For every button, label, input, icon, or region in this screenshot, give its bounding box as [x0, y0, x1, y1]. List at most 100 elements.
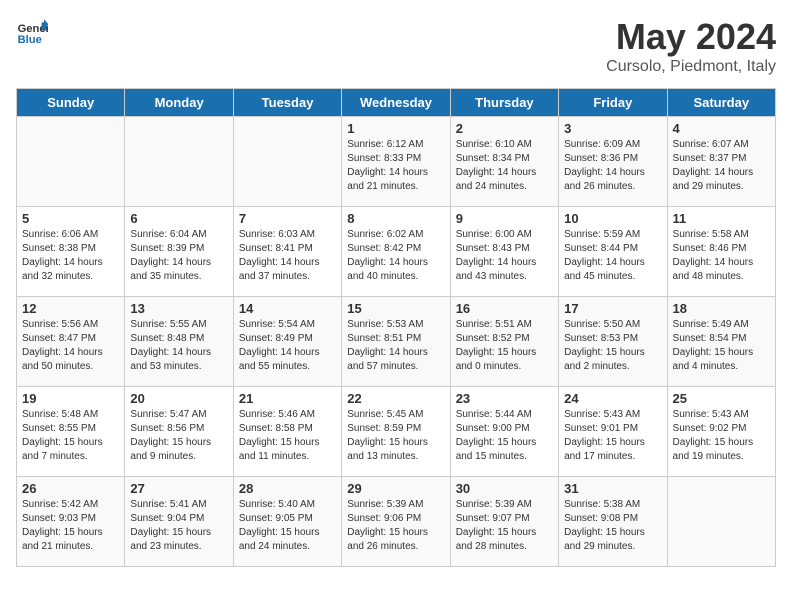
table-row: 23Sunrise: 5:44 AM Sunset: 9:00 PM Dayli… [450, 387, 558, 477]
table-row: 27 Sunrise: 5:41 AM Sunset: 9:04 PM Dayli… [125, 477, 233, 567]
header-saturday: Saturday [667, 89, 775, 117]
header-friday: Friday [559, 89, 667, 117]
cell-content: Sunrise: 5:38 AM Sunset: 9:08 PM Dayligh… [564, 498, 661, 554]
day-number: 20 [130, 391, 227, 406]
day-number: 8 [347, 211, 444, 226]
table-row: 22 Sunrise: 5:45 AM Sunset: 8:59 PM Dayli… [342, 387, 450, 477]
cell-content: Sunrise: 6:07 AM Sunset: 8:37 PM Dayligh… [673, 138, 770, 194]
table-row [17, 117, 125, 207]
cell-content: Sunrise: 5:39 AM Sunset: 9:06 PM Dayligh… [347, 498, 444, 554]
table-row: 6 Sunrise: 6:04 AM Sunset: 8:39 PM Daylig… [125, 207, 233, 297]
day-number: 21 [239, 391, 336, 406]
day-number: 22 [347, 391, 444, 406]
cell-content: Sunrise: 5:54 AM Sunset: 8:49 PM Dayligh… [239, 318, 336, 374]
day-number: 15 [347, 301, 444, 316]
weekday-header-row: Sunday Monday Tuesday Wednesday Thursday… [17, 89, 776, 117]
table-row: 9 Sunrise: 6:00 AM Sunset: 8:43 PM Daylig… [450, 207, 558, 297]
day-number: 9 [456, 211, 553, 226]
calendar-week-row: 19 Sunrise: 5:48 AM Sunset: 8:55 PM Dayli… [17, 387, 776, 477]
day-number: 29 [347, 481, 444, 496]
table-row: 11 Sunrise: 5:58 AM Sunset: 8:46 PM Dayli… [667, 207, 775, 297]
cell-content: Sunrise: 6:00 AM Sunset: 8:43 PM Dayligh… [456, 228, 553, 284]
cell-content: Sunrise: 5:40 AM Sunset: 9:05 PM Dayligh… [239, 498, 336, 554]
table-row: 31 Sunrise: 5:38 AM Sunset: 9:08 PM Dayli… [559, 477, 667, 567]
day-number: 24 [564, 391, 661, 406]
cell-content: Sunrise: 5:53 AM Sunset: 8:51 PM Dayligh… [347, 318, 444, 374]
calendar-subtitle: Cursolo, Piedmont, Italy [606, 58, 776, 76]
cell-content: Sunrise: 5:47 AM Sunset: 8:56 PM Dayligh… [130, 408, 227, 464]
table-row: 26 Sunrise: 5:42 AM Sunset: 9:03 PM Dayli… [17, 477, 125, 567]
cell-content: Sunrise: 5:55 AM Sunset: 8:48 PM Dayligh… [130, 318, 227, 374]
table-row: 17 Sunrise: 5:50 AM Sunset: 8:53 PM Dayli… [559, 297, 667, 387]
day-number: 7 [239, 211, 336, 226]
svg-text:Blue: Blue [18, 34, 42, 46]
table-row: 14Sunrise: 5:54 AM Sunset: 8:49 PM Dayli… [233, 297, 341, 387]
header-sunday: Sunday [17, 89, 125, 117]
cell-content: Sunrise: 6:09 AM Sunset: 8:36 PM Dayligh… [564, 138, 661, 194]
table-row: 16 Sunrise: 5:51 AM Sunset: 8:52 PM Dayli… [450, 297, 558, 387]
table-row: 19 Sunrise: 5:48 AM Sunset: 8:55 PM Dayli… [17, 387, 125, 477]
table-row [233, 117, 341, 207]
day-number: 3 [564, 121, 661, 136]
calendar-title: May 2024 [606, 16, 776, 58]
calendar-table: Sunday Monday Tuesday Wednesday Thursday… [16, 88, 776, 567]
day-number: 27 [130, 481, 227, 496]
cell-content: Sunrise: 5:42 AM Sunset: 9:03 PM Dayligh… [22, 498, 119, 554]
cell-content: Sunrise: 5:45 AM Sunset: 8:59 PM Dayligh… [347, 408, 444, 464]
table-row: 28 Sunrise: 5:40 AM Sunset: 9:05 PM Dayli… [233, 477, 341, 567]
header-monday: Monday [125, 89, 233, 117]
table-row: 13Sunrise: 5:55 AM Sunset: 8:48 PM Dayli… [125, 297, 233, 387]
table-row: 1Sunrise: 6:12 AM Sunset: 8:33 PM Daylig… [342, 117, 450, 207]
day-number: 19 [22, 391, 119, 406]
cell-content: Sunrise: 5:41 AM Sunset: 9:04 PM Dayligh… [130, 498, 227, 554]
page-header: General Blue May 2024 Cursolo, Piedmont,… [16, 16, 776, 76]
cell-content: Sunrise: 5:58 AM Sunset: 8:46 PM Dayligh… [673, 228, 770, 284]
cell-content: Sunrise: 5:56 AM Sunset: 8:47 PM Dayligh… [22, 318, 119, 374]
table-row: 4 Sunrise: 6:07 AM Sunset: 8:37 PM Daylig… [667, 117, 775, 207]
table-row: 21Sunrise: 5:46 AM Sunset: 8:58 PM Dayli… [233, 387, 341, 477]
cell-content: Sunrise: 5:50 AM Sunset: 8:53 PM Dayligh… [564, 318, 661, 374]
header-tuesday: Tuesday [233, 89, 341, 117]
day-number: 30 [456, 481, 553, 496]
table-row: 2Sunrise: 6:10 AM Sunset: 8:34 PM Daylig… [450, 117, 558, 207]
cell-content: Sunrise: 5:44 AM Sunset: 9:00 PM Dayligh… [456, 408, 553, 464]
cell-content: Sunrise: 5:43 AM Sunset: 9:01 PM Dayligh… [564, 408, 661, 464]
table-row: 10Sunrise: 5:59 AM Sunset: 8:44 PM Dayli… [559, 207, 667, 297]
header-wednesday: Wednesday [342, 89, 450, 117]
cell-content: Sunrise: 5:51 AM Sunset: 8:52 PM Dayligh… [456, 318, 553, 374]
cell-content: Sunrise: 6:04 AM Sunset: 8:39 PM Dayligh… [130, 228, 227, 284]
day-number: 2 [456, 121, 553, 136]
calendar-week-row: 1Sunrise: 6:12 AM Sunset: 8:33 PM Daylig… [17, 117, 776, 207]
calendar-week-row: 5 Sunrise: 6:06 AM Sunset: 8:38 PM Daylig… [17, 207, 776, 297]
day-number: 12 [22, 301, 119, 316]
calendar-week-row: 26 Sunrise: 5:42 AM Sunset: 9:03 PM Dayli… [17, 477, 776, 567]
cell-content: Sunrise: 5:43 AM Sunset: 9:02 PM Dayligh… [673, 408, 770, 464]
table-row: 8Sunrise: 6:02 AM Sunset: 8:42 PM Daylig… [342, 207, 450, 297]
table-row: 5 Sunrise: 6:06 AM Sunset: 8:38 PM Daylig… [17, 207, 125, 297]
header-thursday: Thursday [450, 89, 558, 117]
cell-content: Sunrise: 5:48 AM Sunset: 8:55 PM Dayligh… [22, 408, 119, 464]
day-number: 17 [564, 301, 661, 316]
table-row: 24 Sunrise: 5:43 AM Sunset: 9:01 PM Dayli… [559, 387, 667, 477]
logo: General Blue [16, 16, 48, 48]
day-number: 28 [239, 481, 336, 496]
cell-content: Sunrise: 5:39 AM Sunset: 9:07 PM Dayligh… [456, 498, 553, 554]
calendar-week-row: 12 Sunrise: 5:56 AM Sunset: 8:47 PM Dayli… [17, 297, 776, 387]
day-number: 31 [564, 481, 661, 496]
table-row: 25Sunrise: 5:43 AM Sunset: 9:02 PM Dayli… [667, 387, 775, 477]
table-row: 15 Sunrise: 5:53 AM Sunset: 8:51 PM Dayli… [342, 297, 450, 387]
day-number: 18 [673, 301, 770, 316]
cell-content: Sunrise: 5:59 AM Sunset: 8:44 PM Dayligh… [564, 228, 661, 284]
title-block: May 2024 Cursolo, Piedmont, Italy [606, 16, 776, 76]
cell-content: Sunrise: 6:12 AM Sunset: 8:33 PM Dayligh… [347, 138, 444, 194]
cell-content: Sunrise: 6:06 AM Sunset: 8:38 PM Dayligh… [22, 228, 119, 284]
table-row: 18Sunrise: 5:49 AM Sunset: 8:54 PM Dayli… [667, 297, 775, 387]
day-number: 4 [673, 121, 770, 136]
table-row: 20 Sunrise: 5:47 AM Sunset: 8:56 PM Dayli… [125, 387, 233, 477]
day-number: 16 [456, 301, 553, 316]
day-number: 5 [22, 211, 119, 226]
day-number: 26 [22, 481, 119, 496]
day-number: 6 [130, 211, 227, 226]
table-row: 12 Sunrise: 5:56 AM Sunset: 8:47 PM Dayli… [17, 297, 125, 387]
day-number: 11 [673, 211, 770, 226]
